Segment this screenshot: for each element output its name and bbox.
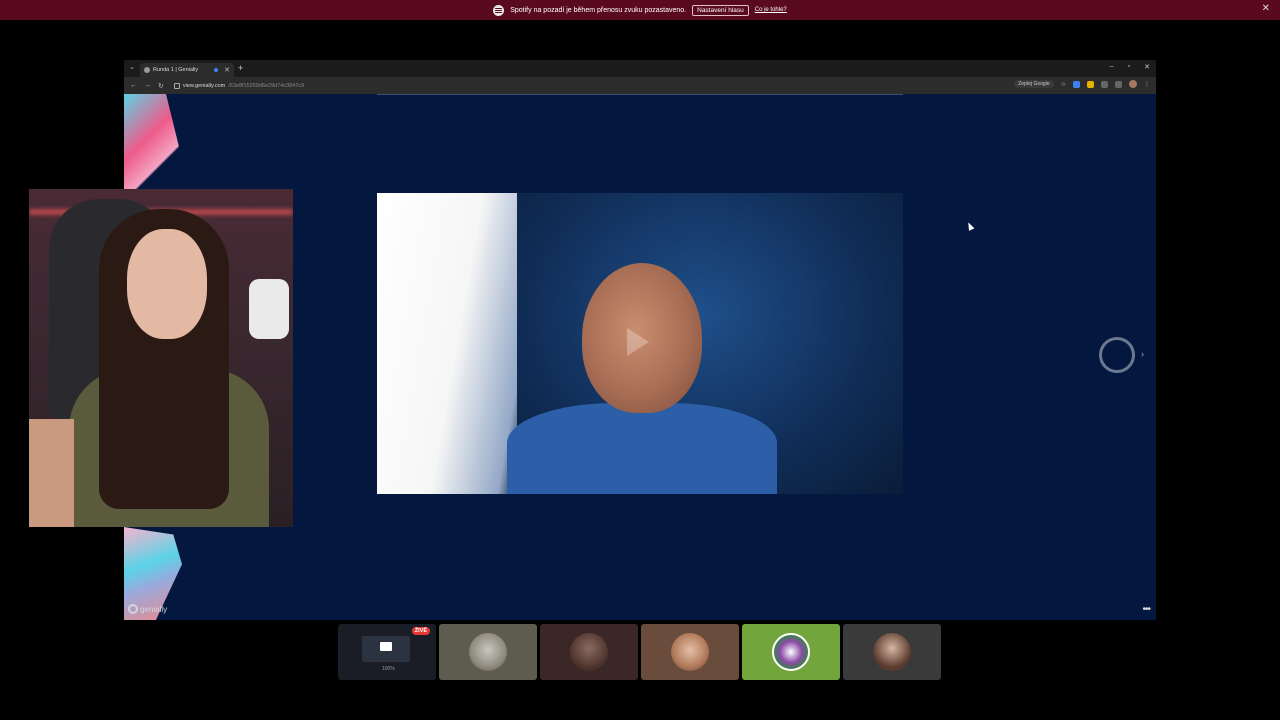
microphone [249, 279, 289, 339]
extension-icon[interactable] [1073, 80, 1080, 88]
avatar [873, 633, 911, 671]
minimize-icon[interactable]: – [1110, 63, 1114, 71]
participant-tile[interactable] [439, 624, 537, 680]
window-close-icon[interactable]: ✕ [1144, 63, 1150, 71]
genially-favicon-icon [144, 67, 150, 73]
brand-label: genially [140, 604, 168, 614]
back-arrow-icon[interactable]: ← [130, 82, 137, 90]
profile-avatar[interactable] [1129, 80, 1137, 88]
ask-google-button[interactable]: Zeptej Google [1014, 80, 1054, 88]
recording-dot-icon [214, 68, 219, 72]
notification-message: Spotify na pozadí je během přenosu zvuku… [510, 6, 687, 14]
tab-title: Runda 1 | Genially [153, 67, 199, 73]
browser-toolbar: ← → ↻ view.genially.com/63e8f15269d6e29d… [124, 77, 1156, 94]
avatar [570, 633, 608, 671]
media-control-icon[interactable] [1115, 80, 1122, 88]
bookmark-star-icon[interactable]: ☆ [1061, 81, 1066, 88]
participant-tile-speaking[interactable] [742, 624, 840, 680]
streamer-webcam [29, 189, 293, 527]
extensions-puzzle-icon[interactable] [1101, 80, 1108, 88]
forward-arrow-icon[interactable]: → [144, 82, 151, 90]
new-tab-button[interactable]: + [238, 63, 243, 73]
site-info-icon[interactable] [173, 82, 180, 89]
genially-logo-icon [128, 604, 138, 614]
webcam-face [127, 229, 207, 339]
participant-tile-screen[interactable]: ŽIVĚ 100% [338, 624, 436, 680]
close-icon[interactable]: ✕ [1262, 4, 1270, 14]
screen-share-icon [362, 636, 410, 662]
tab-close-icon[interactable]: ✕ [224, 66, 230, 74]
participant-tile[interactable] [540, 624, 638, 680]
participant-strip: ŽIVĚ 100% [338, 624, 941, 680]
spotify-notification-bar: Spotify na pozadí je během přenosu zvuku… [0, 0, 1280, 20]
avatar [772, 633, 810, 671]
window-controls: – ▫ ✕ [1110, 63, 1150, 71]
genially-brand[interactable]: genially [128, 604, 167, 614]
voice-settings-button[interactable]: Nastavení hlasu [692, 4, 749, 16]
nav-buttons: ← → ↻ [130, 82, 164, 90]
reload-icon[interactable]: ↻ [158, 82, 164, 90]
top-divider [377, 94, 903, 95]
more-options-icon[interactable]: ••• [1142, 604, 1150, 615]
whats-this-link[interactable]: Co je tohle? [755, 7, 787, 13]
screen-share-label: 100% [382, 666, 395, 672]
next-arrow-icon[interactable]: › [1141, 349, 1144, 359]
play-icon[interactable] [627, 328, 649, 356]
tab-bar: ⌄ Runda 1 | Genially ✕ + – ▫ ✕ [124, 60, 1156, 77]
address-bar[interactable]: view.genially.com/63e8f15269d6e29d74c384… [173, 82, 305, 89]
tab-genially[interactable]: Runda 1 | Genially ✕ [140, 63, 234, 77]
embedded-video[interactable] [377, 193, 903, 494]
participant-tile[interactable] [843, 624, 941, 680]
video-person-body [507, 403, 777, 494]
tab-menu-icon[interactable]: ⌄ [129, 63, 135, 71]
next-slide-button[interactable] [1099, 337, 1135, 373]
avatar [469, 633, 507, 671]
mouse-cursor-icon [965, 221, 975, 231]
decorative-shape-top [124, 94, 180, 189]
extension-icon[interactable] [1087, 80, 1094, 88]
window-light [377, 193, 517, 494]
url-host: view.genially.com [182, 82, 226, 89]
live-badge: ŽIVĚ [411, 627, 430, 635]
avatar [671, 633, 709, 671]
toolbar-right: Zeptej Google ☆ ⋮ [1014, 80, 1150, 88]
spotify-icon [493, 4, 505, 16]
participant-tile[interactable] [641, 624, 739, 680]
maximize-icon[interactable]: ▫ [1128, 63, 1130, 71]
webcam-arm [29, 419, 74, 527]
browser-menu-icon[interactable]: ⋮ [1144, 81, 1150, 88]
url-path: /63e8f15269d6e29d74c3847c9 [228, 82, 305, 89]
